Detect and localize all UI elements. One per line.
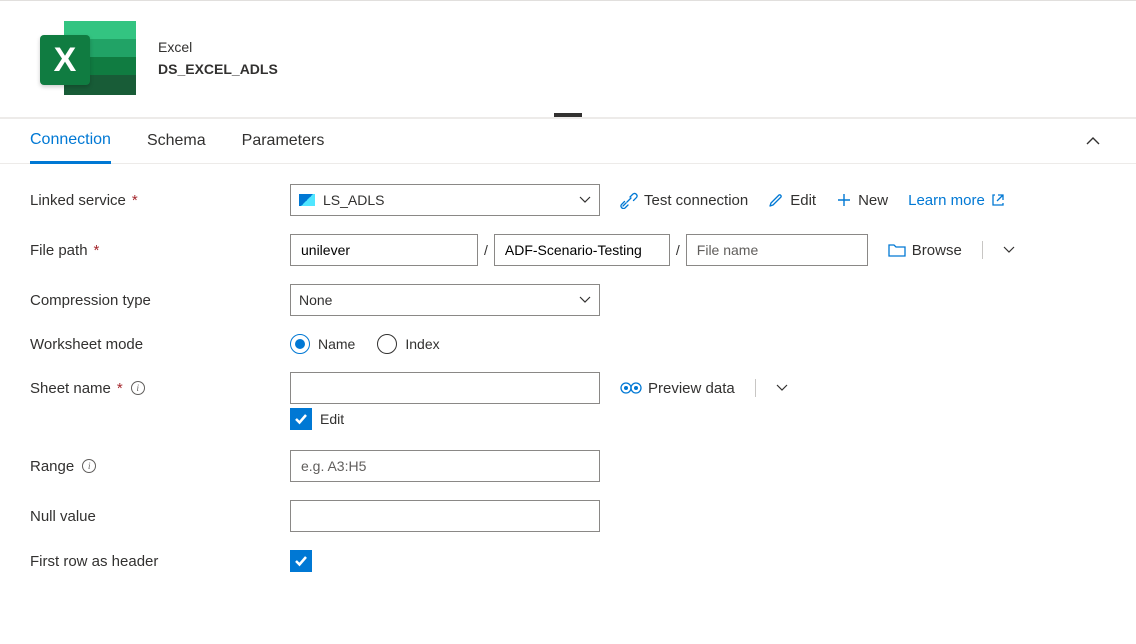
path-separator: / [484,242,488,258]
tab-parameters[interactable]: Parameters [242,120,325,162]
external-link-icon [991,193,1005,207]
dataset-type-label: Excel [158,39,278,55]
label-compression-type: Compression type [30,292,290,309]
preview-data-dropdown-button[interactable] [776,384,788,392]
pencil-icon [768,192,784,208]
linked-service-value: LS_ADLS [323,192,384,208]
dataset-header: X Excel DS_EXCEL_ADLS [0,1,1136,117]
path-separator: / [676,242,680,258]
tab-connection[interactable]: Connection [30,119,111,164]
compression-type-select[interactable]: None [290,284,600,316]
chevron-down-icon [579,196,591,204]
label-range: Range i [30,458,290,475]
label-worksheet-mode: Worksheet mode [30,336,290,353]
tab-bar: Connection Schema Parameters [0,117,1136,164]
new-linked-service-button[interactable]: New [836,192,888,209]
label-sheet-name: Sheet name* i [30,380,290,397]
preview-data-button[interactable]: Preview data [620,380,735,397]
test-connection-icon [620,191,638,209]
divider [982,241,983,259]
compression-type-value: None [299,292,332,308]
folder-icon [888,243,906,257]
chevron-up-icon [1086,137,1100,145]
preview-icon [620,382,642,394]
label-null-value: Null value [30,508,290,525]
label-linked-service: Linked service* [30,192,290,209]
plus-icon [836,192,852,208]
worksheet-mode-name-radio[interactable]: Name [290,334,355,354]
edit-linked-service-button[interactable]: Edit [768,192,816,209]
connection-form: Linked service* LS_ADLS Test connection [0,164,1136,610]
radio-icon [290,334,310,354]
label-first-row-header: First row as header [30,553,290,570]
null-value-input[interactable] [290,500,600,532]
label-file-path: File path* [30,242,290,259]
info-icon[interactable]: i [82,459,96,473]
collapse-panel-button[interactable] [1080,127,1106,155]
first-row-header-checkbox[interactable] [290,550,312,572]
worksheet-mode-group: Name Index [290,334,440,354]
check-icon [294,413,308,425]
chevron-down-icon [776,384,788,392]
sheet-name-edit-checkbox[interactable] [290,408,312,430]
chevron-down-icon [579,296,591,304]
range-input[interactable] [290,450,600,482]
file-directory-input[interactable] [494,234,670,266]
linked-service-type-icon [299,194,315,206]
file-container-input[interactable] [290,234,478,266]
browse-button[interactable]: Browse [888,242,962,259]
test-connection-button[interactable]: Test connection [620,191,748,209]
sheet-name-input[interactable] [290,372,600,404]
browse-dropdown-button[interactable] [1003,246,1015,254]
radio-icon [377,334,397,354]
file-name-input[interactable] [686,234,868,266]
learn-more-link[interactable]: Learn more [908,192,1005,209]
linked-service-select[interactable]: LS_ADLS [290,184,600,216]
check-icon [294,555,308,567]
tab-schema[interactable]: Schema [147,120,206,162]
dataset-panel: X Excel DS_EXCEL_ADLS Connection Schema … [0,0,1136,610]
divider [755,379,756,397]
excel-icon: X [34,17,144,99]
chevron-down-icon [1003,246,1015,254]
sheet-name-edit-label: Edit [320,411,344,427]
dataset-name: DS_EXCEL_ADLS [158,61,278,77]
worksheet-mode-index-radio[interactable]: Index [377,334,439,354]
info-icon[interactable]: i [131,381,145,395]
